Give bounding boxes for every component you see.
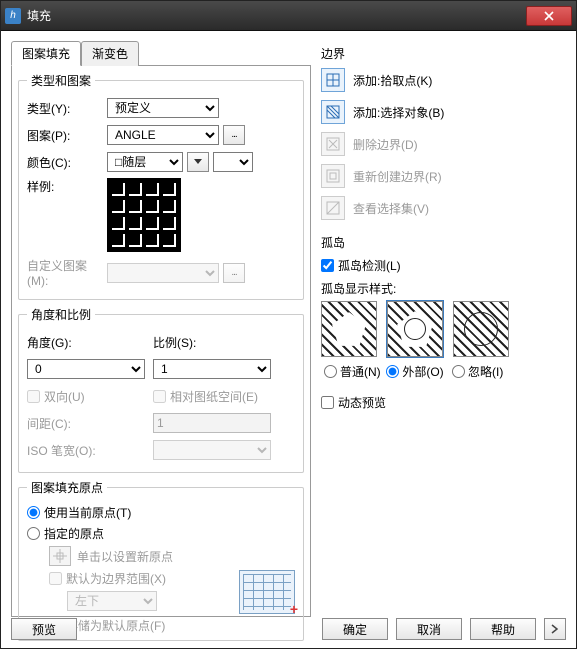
custom-pattern-label: 自定义图案(M): <box>27 257 107 288</box>
double-checkbox: 双向(U) <box>27 388 153 405</box>
ellipsis-icon: ... <box>231 268 236 278</box>
tab-hatch[interactable]: 图案填充 <box>11 41 81 66</box>
color-dropdown-button[interactable] <box>187 152 209 172</box>
bgcolor-select[interactable]: ☑ <box>213 152 253 172</box>
spacing-label: 间距(C): <box>27 415 153 432</box>
island-outer-radio[interactable]: 外部(O) <box>384 363 447 380</box>
scale-label: 比例(S): <box>153 334 196 351</box>
island-style-outer[interactable] <box>387 301 443 357</box>
default-extent-checkbox: 默认为边界范围(X) <box>49 570 231 587</box>
hatch-dialog-window: h 填充 图案填充 渐变色 类型和图案 类型(Y): 预定义 图案(P) <box>0 0 577 649</box>
pattern-browse-button[interactable]: ... <box>223 125 245 145</box>
iso-width-select <box>153 440 271 460</box>
pattern-label: 图案(P): <box>27 127 107 144</box>
add-pick-point-label: 添加:拾取点(K) <box>353 72 432 89</box>
tabstrip: 图案填充 渐变色 <box>11 41 311 66</box>
app-icon: h <box>5 8 21 24</box>
pattern-select[interactable]: ANGLE <box>107 125 219 145</box>
titlebar[interactable]: h 填充 <box>1 1 576 31</box>
ellipsis-icon: ... <box>231 130 236 140</box>
use-current-origin-radio[interactable]: 使用当前原点(T) <box>27 504 295 521</box>
island-detect-checkbox[interactable]: 孤岛检测(L) <box>321 257 566 274</box>
color-label: 颜色(C): <box>27 154 107 171</box>
chevron-right-icon <box>551 624 559 634</box>
add-select-object-label: 添加:选择对象(B) <box>353 104 444 121</box>
color-select[interactable]: □随层 <box>107 152 183 172</box>
iso-width-label: ISO 笔宽(O): <box>27 442 153 459</box>
crosshair-icon <box>53 549 67 563</box>
island-style-normal[interactable] <box>321 301 377 357</box>
dynamic-preview-checkbox[interactable]: 动态预览 <box>321 394 566 411</box>
type-select[interactable]: 预定义 <box>107 98 219 118</box>
set-origin-button <box>49 546 71 566</box>
island-style-ignore[interactable] <box>453 301 509 357</box>
close-icon <box>544 11 554 21</box>
type-pattern-legend: 类型和图案 <box>27 72 95 89</box>
island-legend: 孤岛 <box>321 234 566 251</box>
type-label: 类型(Y): <box>27 100 107 117</box>
angle-scale-legend: 角度和比例 <box>27 306 95 323</box>
cancel-button[interactable]: 取消 <box>396 618 462 640</box>
origin-preview-icon: + <box>239 570 295 614</box>
preview-button[interactable]: 预览 <box>11 618 77 640</box>
recreate-boundary-icon <box>325 168 341 184</box>
hatch-origin-group: 图案填充原点 使用当前原点(T) 指定的原点 单击以设置新原点 <box>18 479 304 641</box>
recreate-boundary-label: 重新创建边界(R) <box>353 168 442 185</box>
pick-point-icon <box>325 72 341 88</box>
custom-pattern-browse-button: ... <box>223 263 245 283</box>
expand-options-button[interactable] <box>544 618 566 640</box>
add-select-object-button[interactable] <box>321 100 345 124</box>
window-title: 填充 <box>27 7 526 24</box>
angle-select[interactable]: 0 <box>27 359 145 379</box>
relative-paper-checkbox: 相对图纸空间(E) <box>153 388 258 405</box>
origin-position-select: 左下 <box>67 591 157 611</box>
spacing-input <box>153 413 271 433</box>
close-button[interactable] <box>526 6 572 26</box>
tab-gradient[interactable]: 渐变色 <box>81 41 139 66</box>
view-selection-icon <box>325 200 341 216</box>
island-style-label: 孤岛显示样式: <box>321 280 566 297</box>
dialog-body: 图案填充 渐变色 类型和图案 类型(Y): 预定义 图案(P): ANGLE .… <box>1 31 576 648</box>
delete-boundary-label: 删除边界(D) <box>353 136 418 153</box>
specified-origin-radio[interactable]: 指定的原点 <box>27 525 295 542</box>
pattern-sample-swatch[interactable] <box>107 178 181 252</box>
plus-icon: + <box>290 601 298 617</box>
delete-boundary-icon <box>325 136 341 152</box>
angle-label: 角度(G): <box>27 334 153 351</box>
view-selection-label: 查看选择集(V) <box>353 200 429 217</box>
origin-legend: 图案填充原点 <box>27 479 107 496</box>
scale-select[interactable]: 1 <box>153 359 271 379</box>
tab-panel-hatch: 类型和图案 类型(Y): 预定义 图案(P): ANGLE ... 颜色(C):… <box>11 65 311 617</box>
dialog-button-bar: 预览 确定 取消 帮助 <box>11 618 566 640</box>
island-ignore-radio[interactable]: 忽略(I) <box>446 363 509 380</box>
right-column: 边界 添加:拾取点(K) 添加:选择对象(B) 删除边界(D) <box>321 41 566 638</box>
view-selection-button <box>321 196 345 220</box>
type-and-pattern-group: 类型和图案 类型(Y): 预定义 图案(P): ANGLE ... 颜色(C):… <box>18 72 304 300</box>
add-pick-point-button[interactable] <box>321 68 345 92</box>
angle-and-scale-group: 角度和比例 角度(G): 比例(S): 0 1 双向(U) <box>18 306 304 473</box>
set-origin-label: 单击以设置新原点 <box>77 548 173 565</box>
recreate-boundary-button <box>321 164 345 188</box>
boundary-legend: 边界 <box>321 45 566 62</box>
select-object-icon <box>325 104 341 120</box>
ok-button[interactable]: 确定 <box>322 618 388 640</box>
chevron-down-icon <box>194 159 202 165</box>
island-normal-radio[interactable]: 普通(N) <box>321 363 384 380</box>
delete-boundary-button <box>321 132 345 156</box>
left-column: 图案填充 渐变色 类型和图案 类型(Y): 预定义 图案(P): ANGLE .… <box>11 41 311 638</box>
custom-pattern-select <box>107 263 219 283</box>
help-button[interactable]: 帮助 <box>470 618 536 640</box>
sample-label: 样例: <box>27 178 107 195</box>
